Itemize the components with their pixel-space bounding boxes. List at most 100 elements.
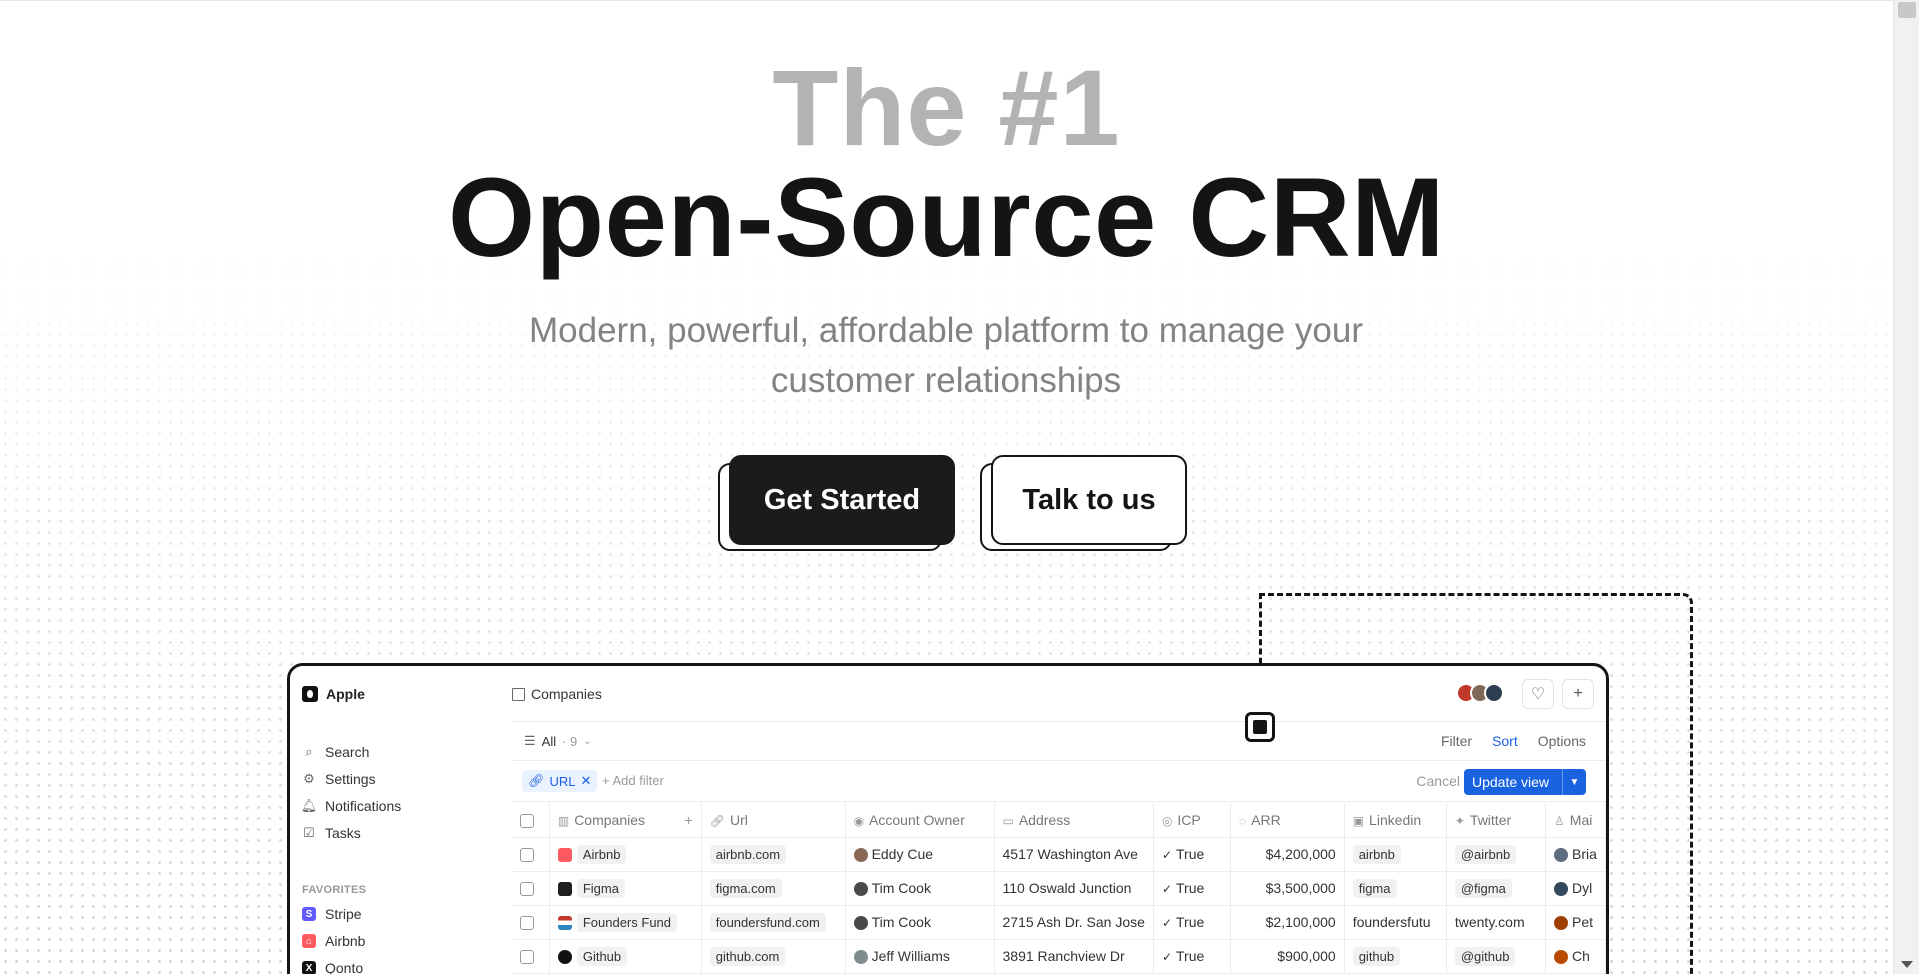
- breadcrumb: Companies: [512, 686, 602, 702]
- address-cell[interactable]: 110 Oswald Junction: [994, 871, 1154, 906]
- get-started-button[interactable]: Get Started: [729, 455, 955, 545]
- column-header-arr[interactable]: ◌ ARR: [1230, 803, 1345, 838]
- url-cell[interactable]: foundersfund.com: [701, 905, 846, 940]
- address-cell[interactable]: 2715 Ash Dr. San Jose: [994, 905, 1154, 940]
- row-checkbox[interactable]: [520, 916, 534, 931]
- row-select-cell[interactable]: [512, 939, 550, 974]
- owner-cell[interactable]: Tim Cook: [845, 905, 995, 940]
- twitter-cell[interactable]: twenty.com: [1446, 905, 1547, 940]
- qonto-logo-icon: X: [302, 961, 316, 974]
- update-view-button[interactable]: Update view ▼: [1464, 769, 1586, 795]
- nav-item-tasks[interactable]: ☑ Tasks: [302, 825, 361, 841]
- main-contact-cell[interactable]: Bria: [1545, 837, 1606, 872]
- app-preview: Apple ⌕ Search ⚙ Settings 🔔︎ Notificatio…: [287, 663, 1609, 974]
- scroll-down-arrow-icon[interactable]: [1901, 961, 1913, 968]
- row-select-cell[interactable]: [512, 837, 550, 872]
- owner-cell[interactable]: Eddy Cue: [845, 837, 995, 872]
- row-checkbox[interactable]: [520, 848, 534, 863]
- favorite-heart-button[interactable]: ♡: [1522, 679, 1554, 709]
- linkedin-cell[interactable]: foundersfutu: [1344, 905, 1447, 940]
- favorite-airbnb[interactable]: ⌂ Airbnb: [302, 933, 365, 949]
- icp-cell[interactable]: ✓ True: [1153, 837, 1232, 872]
- close-icon[interactable]: ✕: [581, 773, 592, 789]
- row-select-cell[interactable]: [512, 905, 550, 940]
- favorites-heading: FAVORITES: [302, 884, 367, 896]
- icp-cell[interactable]: ✓ True: [1153, 905, 1232, 940]
- plus-icon[interactable]: +: [685, 812, 693, 828]
- column-header-icp[interactable]: ◎ ICP: [1153, 803, 1232, 838]
- select-all-cell[interactable]: [512, 803, 550, 838]
- favorite-qonto[interactable]: X Qonto: [302, 960, 363, 974]
- chevron-down-icon[interactable]: ▼: [1562, 769, 1586, 795]
- filter-chip-url[interactable]: 🔗︎ URL ✕: [522, 770, 598, 792]
- company-cell[interactable]: Figma: [549, 871, 702, 906]
- view-label: All: [541, 733, 557, 749]
- sort-button[interactable]: Sort: [1492, 733, 1518, 749]
- main-contact-cell[interactable]: Pet: [1545, 905, 1606, 940]
- url-value: airbnb.com: [709, 844, 787, 864]
- view-selector[interactable]: ☰ All · 9 ⌄: [524, 733, 592, 749]
- workspace[interactable]: Apple: [302, 686, 365, 702]
- company-cell[interactable]: Github: [549, 939, 702, 974]
- url-cell[interactable]: github.com: [701, 939, 846, 974]
- add-filter-button[interactable]: + Add filter: [602, 773, 664, 788]
- column-header-account-owner[interactable]: ◉ Account Owner: [845, 803, 995, 838]
- column-header-address[interactable]: ▭ Address: [994, 803, 1154, 838]
- filter-button[interactable]: Filter: [1441, 733, 1472, 749]
- nav-item-settings[interactable]: ⚙ Settings: [302, 771, 375, 787]
- page-scrollbar[interactable]: [1893, 0, 1919, 974]
- owner-cell[interactable]: Tim Cook: [845, 871, 995, 906]
- main-contact-cell[interactable]: Dyl: [1545, 871, 1606, 906]
- row-checkbox[interactable]: [520, 882, 534, 897]
- favorite-label: Airbnb: [325, 933, 366, 949]
- arr-cell[interactable]: $3,500,000: [1230, 871, 1345, 906]
- table-row[interactable]: Figma figma.com Tim Cook 110 Oswald Junc…: [512, 871, 1606, 906]
- arr-cell[interactable]: $4,200,000: [1230, 837, 1345, 872]
- twitter-cell[interactable]: @figma: [1446, 871, 1547, 906]
- linkedin-cell[interactable]: airbnb: [1344, 837, 1447, 872]
- company-cell[interactable]: Airbnb: [549, 837, 702, 872]
- row-select-cell[interactable]: [512, 871, 550, 906]
- column-header-companies[interactable]: ▥ Companies +: [549, 803, 702, 838]
- scrollbar-thumb[interactable]: [1898, 2, 1916, 18]
- address-cell[interactable]: 4517 Washington Ave: [994, 837, 1154, 872]
- url-cell[interactable]: airbnb.com: [701, 837, 846, 872]
- main-contact-cell[interactable]: Ch: [1545, 939, 1606, 974]
- icp-cell[interactable]: ✓ True: [1153, 939, 1232, 974]
- add-button[interactable]: +: [1562, 679, 1594, 709]
- favorite-label: Qonto: [325, 960, 364, 974]
- nav-item-notifications[interactable]: 🔔︎ Notifications: [301, 798, 402, 814]
- cancel-button[interactable]: Cancel: [1416, 773, 1460, 789]
- company-cell[interactable]: Founders Fund: [549, 905, 702, 940]
- twitter-cell[interactable]: @github: [1446, 939, 1547, 974]
- linkedin-cell[interactable]: github: [1344, 939, 1447, 974]
- link-icon: 🔗︎: [709, 813, 725, 828]
- linkedin-cell[interactable]: figma: [1344, 871, 1447, 906]
- collaborator-avatars[interactable]: [1456, 683, 1504, 703]
- column-header-main-contact[interactable]: ♙ Mai: [1545, 803, 1606, 838]
- arr-cell[interactable]: $2,100,000: [1230, 905, 1345, 940]
- select-all-checkbox[interactable]: [520, 813, 534, 828]
- arr-cell[interactable]: $900,000: [1230, 939, 1345, 974]
- drag-handle[interactable]: [1245, 712, 1275, 742]
- talk-to-us-button[interactable]: Talk to us: [991, 455, 1187, 545]
- column-header-twitter[interactable]: ✦ Twitter: [1446, 803, 1547, 838]
- favorite-stripe[interactable]: S Stripe: [302, 906, 362, 922]
- table-row[interactable]: Founders Fund foundersfund.com Tim Cook …: [512, 905, 1606, 940]
- address-cell[interactable]: 3891 Ranchview Dr: [994, 939, 1154, 974]
- column-header-linkedin[interactable]: ▣ Linkedin: [1344, 803, 1447, 838]
- top-border: [0, 0, 1893, 1]
- icp-cell[interactable]: ✓ True: [1153, 871, 1232, 906]
- url-cell[interactable]: figma.com: [701, 871, 846, 906]
- row-checkbox[interactable]: [520, 950, 534, 965]
- owner-cell[interactable]: Jeff Williams: [845, 939, 995, 974]
- founders-fund-logo-icon: [557, 915, 572, 930]
- filter-chip-label: URL: [549, 773, 576, 789]
- options-button[interactable]: Options: [1538, 733, 1586, 749]
- column-header-url[interactable]: 🔗︎ Url: [701, 803, 846, 838]
- table-row[interactable]: Github github.com Jeff Williams 3891 Ran…: [512, 939, 1606, 974]
- twitter-cell[interactable]: @airbnb: [1446, 837, 1547, 872]
- hero-subtitle: Modern, powerful, affordable platform to…: [529, 311, 1363, 400]
- table-row[interactable]: Airbnb airbnb.com Eddy Cue 4517 Washingt…: [512, 837, 1606, 872]
- nav-item-search[interactable]: ⌕ Search: [302, 744, 369, 760]
